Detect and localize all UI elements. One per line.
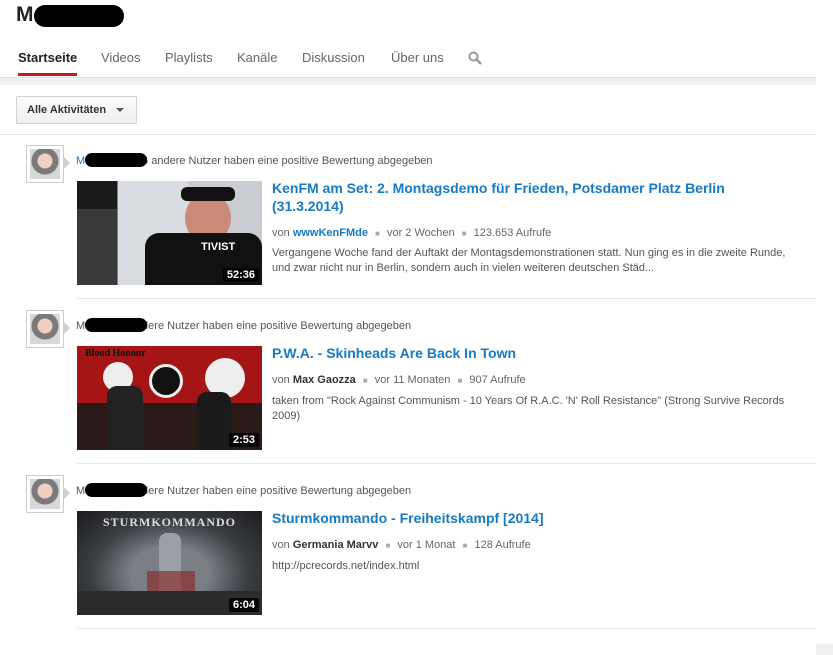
video-meta: von wwwKenFMde ■ vor 2 Wochen ■ 123.653 … [272, 227, 551, 239]
video-duration: 6:04 [228, 598, 259, 612]
video-thumbnail[interactable]: Blood Honour 2:53 [77, 346, 262, 450]
video-title[interactable]: KenFM am Set: 2. Montagsdemo für Frieden… [272, 179, 792, 215]
avatar[interactable] [26, 145, 64, 183]
feed-item: M H und 9 andere Nutzer haben eine posit… [0, 310, 816, 470]
redaction-bar [85, 153, 147, 167]
activity-filter-label: Alle Aktivitäten [27, 104, 107, 116]
divider [77, 463, 816, 464]
view-count: 123.653 Aufrufe [473, 227, 552, 239]
video-description: Vergangene Woche fand der Auftakt der Mo… [272, 247, 786, 274]
redaction-bar [34, 5, 124, 27]
divider [77, 298, 816, 299]
upload-age: vor 1 Monat [397, 539, 456, 551]
activity-feed: Alle Aktivitäten M H und 4.276 andere Nu… [0, 85, 816, 655]
video-duration: 52:36 [222, 268, 259, 282]
activity-text: und 4.276 andere Nutzer haben eine posit… [99, 155, 433, 167]
upload-age: vor 11 Monaten [374, 374, 451, 386]
upload-age: vor 2 Wochen [386, 227, 455, 239]
page-edge [816, 0, 833, 644]
video-duration: 2:53 [228, 433, 259, 447]
by-label: von [272, 539, 290, 551]
speech-arrow-icon [64, 322, 70, 334]
video-title[interactable]: P.W.A. - Skinheads Are Back In Town [272, 344, 792, 362]
by-label: von [272, 374, 290, 386]
tab-videos[interactable]: Videos [101, 42, 141, 76]
avatar[interactable] [26, 475, 64, 513]
separator-dot: ■ [462, 541, 468, 550]
thumbnail-text: Blood Honour [85, 348, 146, 359]
video-meta: von Germania Marvv ■ vor 1 Monat ■ 128 A… [272, 539, 531, 551]
tab-startseite[interactable]: Startseite [18, 42, 78, 76]
avatar[interactable] [26, 310, 64, 348]
video-description: taken from "Rock Against Communism - 10 … [272, 395, 785, 422]
video-description[interactable]: http://pcrecords.net/index.html [272, 559, 792, 574]
separator-dot: ■ [385, 541, 391, 550]
separator-dot: ■ [457, 376, 463, 385]
video-title[interactable]: Sturmkommando - Freiheitskampf [2014] [272, 509, 792, 527]
chevron-down-icon [116, 108, 124, 112]
divider [77, 628, 816, 629]
speech-arrow-icon [64, 487, 70, 499]
video-thumbnail[interactable]: TIVIST 52:36 [77, 181, 262, 285]
view-count: 128 Aufrufe [474, 539, 531, 551]
feed-item: M H und 3 andere Nutzer haben eine posit… [0, 475, 816, 635]
channel-header: M H Startseite Videos Playlists Kanäle D… [0, 0, 816, 78]
thumbnail-text: STURMKOMMANDO [103, 515, 236, 529]
separator-dot: ■ [461, 229, 467, 238]
by-label: von [272, 227, 290, 239]
tab-ueber-uns[interactable]: Über uns [391, 42, 444, 76]
tab-playlists[interactable]: Playlists [165, 42, 213, 76]
activity-filter-dropdown[interactable]: Alle Aktivitäten [16, 96, 137, 124]
thumbnail-text: TIVIST [201, 241, 236, 253]
view-count: 907 Aufrufe [469, 374, 526, 386]
tab-diskussion[interactable]: Diskussion [302, 42, 365, 76]
video-thumbnail[interactable]: STURMKOMMANDO 6:04 [77, 511, 262, 615]
video-meta: von Max Gaozza ■ vor 11 Monaten ■ 907 Au… [272, 374, 526, 386]
redaction-bar [85, 483, 147, 497]
uploader-link[interactable]: Germania Marvv [293, 539, 379, 551]
speech-arrow-icon [64, 157, 70, 169]
divider [0, 134, 816, 135]
feed-item: M H und 4.276 andere Nutzer haben eine p… [0, 145, 816, 305]
search-icon[interactable] [468, 51, 482, 65]
separator-dot: ■ [362, 376, 368, 385]
uploader-link[interactable]: wwwKenFMde [293, 227, 368, 239]
redaction-bar [85, 318, 147, 332]
tab-kanaele[interactable]: Kanäle [237, 42, 277, 76]
separator-dot: ■ [375, 229, 380, 238]
uploader-link[interactable]: Max Gaozza [293, 374, 356, 386]
